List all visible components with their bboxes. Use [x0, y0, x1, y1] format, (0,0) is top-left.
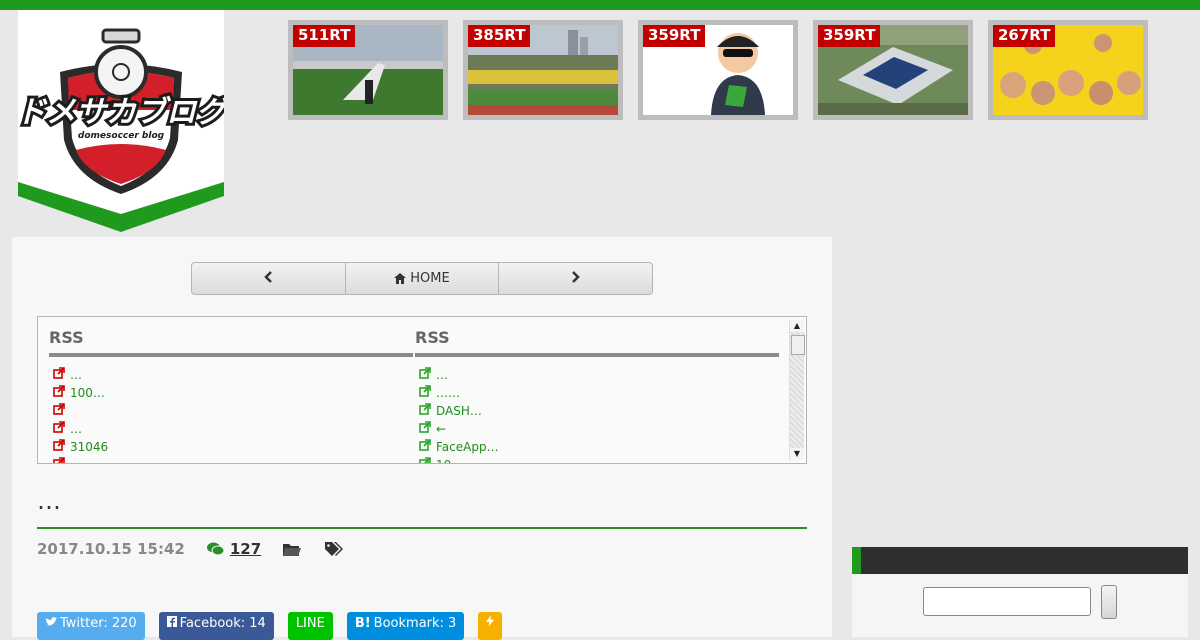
- external-link-icon: [53, 438, 66, 456]
- external-link-icon: [53, 456, 66, 463]
- pocket-share-button[interactable]: [478, 612, 503, 640]
- rss-title: RSS: [49, 317, 413, 357]
- site-logo[interactable]: ドメサカブログ domesoccer blog: [18, 10, 224, 232]
- bolt-icon: [486, 612, 495, 636]
- comment-count-link[interactable]: 127: [230, 540, 261, 558]
- facebook-share-button[interactable]: Facebook: 14: [158, 612, 274, 640]
- popular-post-3[interactable]: 359RT: [638, 20, 798, 120]
- logo-text: ドメサカブログ: [18, 95, 224, 130]
- external-link-icon: [419, 420, 432, 438]
- rss-item[interactable]: …: [49, 420, 413, 438]
- search-button[interactable]: [1101, 585, 1117, 619]
- retweet-count-badge: 359RT: [643, 25, 706, 47]
- rss-item[interactable]: [49, 402, 413, 420]
- facebook-icon: [166, 612, 177, 636]
- external-link-icon: [53, 420, 66, 438]
- rss-title: RSS: [415, 317, 779, 357]
- twitter-share-button[interactable]: Twitter: 220: [37, 612, 145, 640]
- retweet-count-badge: 359RT: [818, 25, 881, 47]
- next-post-button[interactable]: [499, 263, 652, 294]
- share-label: LINE: [295, 616, 325, 631]
- home-label: HOME: [410, 271, 450, 286]
- chevron-right-icon: [571, 270, 581, 287]
- rss-item[interactable]: 100…: [49, 384, 413, 402]
- share-buttons: Twitter: 220 Facebook: 14 LINE B! Bookmar…: [37, 612, 516, 640]
- folder-icon[interactable]: [283, 542, 302, 556]
- post-date: 2017.10.15 15:42: [37, 540, 185, 558]
- main-content: HOME RSS … 100… … 31046 RSS … …… DASH… ←…: [12, 237, 832, 640]
- twitter-icon: [45, 612, 57, 636]
- share-label: Bookmark: 3: [373, 616, 457, 631]
- home-icon: [394, 273, 407, 284]
- post-title: …: [37, 487, 63, 515]
- scroll-thumb[interactable]: [791, 335, 805, 355]
- post-navigation: HOME: [191, 262, 653, 295]
- top-accent-bar: [0, 0, 1200, 10]
- chevron-left-icon: [263, 270, 273, 287]
- retweet-count-badge: 511RT: [293, 25, 356, 47]
- logo-emblem: ドメサカブログ domesoccer blog: [18, 10, 224, 232]
- rss-item[interactable]: DASH…: [415, 402, 779, 420]
- popular-post-2[interactable]: 385RT: [463, 20, 623, 120]
- retweet-count-badge: 267RT: [993, 25, 1056, 47]
- external-link-icon: [53, 402, 66, 420]
- popular-post-5[interactable]: 267RT: [988, 20, 1148, 120]
- popular-post-1[interactable]: 511RT: [288, 20, 448, 120]
- rss-item[interactable]: ……: [415, 384, 779, 402]
- logo-subtext: domesoccer blog: [78, 131, 165, 141]
- widget-header: [852, 547, 1188, 574]
- comments-icon[interactable]: [206, 542, 224, 556]
- post-meta: 2017.10.15 15:42 127: [37, 540, 344, 558]
- sidebar-search-widget: [852, 547, 1188, 637]
- external-link-icon: [419, 384, 432, 402]
- external-link-icon: [53, 366, 66, 384]
- scroll-down-arrow-icon[interactable]: ▼: [790, 448, 804, 460]
- rss-item[interactable]: [49, 456, 413, 463]
- rss-item[interactable]: 10: [415, 456, 779, 463]
- rss-item[interactable]: ←: [415, 420, 779, 438]
- rss-column-left: RSS … 100… … 31046: [49, 317, 413, 463]
- hatena-bookmark-button[interactable]: B! Bookmark: 3: [346, 612, 465, 640]
- hatena-icon: B!: [354, 616, 371, 631]
- external-link-icon: [419, 402, 432, 420]
- rss-item[interactable]: …: [415, 366, 779, 384]
- external-link-icon: [419, 366, 432, 384]
- rss-item[interactable]: …: [49, 366, 413, 384]
- title-divider: [37, 527, 807, 529]
- search-input[interactable]: [923, 587, 1091, 616]
- external-link-icon: [419, 456, 432, 463]
- share-label: Facebook: 14: [179, 616, 266, 631]
- scroll-up-arrow-icon[interactable]: ▲: [790, 320, 804, 332]
- popular-post-4[interactable]: 359RT: [813, 20, 973, 120]
- prev-post-button[interactable]: [192, 263, 346, 294]
- retweet-count-badge: 385RT: [468, 25, 531, 47]
- rss-item[interactable]: FaceApp…: [415, 438, 779, 456]
- line-share-button[interactable]: LINE: [287, 612, 333, 640]
- rss-feed-box[interactable]: RSS … 100… … 31046 RSS … …… DASH… ← Face…: [37, 316, 807, 464]
- external-link-icon: [419, 438, 432, 456]
- tags-icon[interactable]: [325, 542, 344, 556]
- share-label: Twitter: 220: [60, 616, 137, 631]
- rss-scrollbar[interactable]: ▲ ▼: [789, 320, 805, 460]
- rss-item[interactable]: 31046: [49, 438, 413, 456]
- home-button[interactable]: HOME: [346, 263, 500, 294]
- external-link-icon: [53, 384, 66, 402]
- rss-column-right: RSS … …… DASH… ← FaceApp… 10: [415, 317, 779, 463]
